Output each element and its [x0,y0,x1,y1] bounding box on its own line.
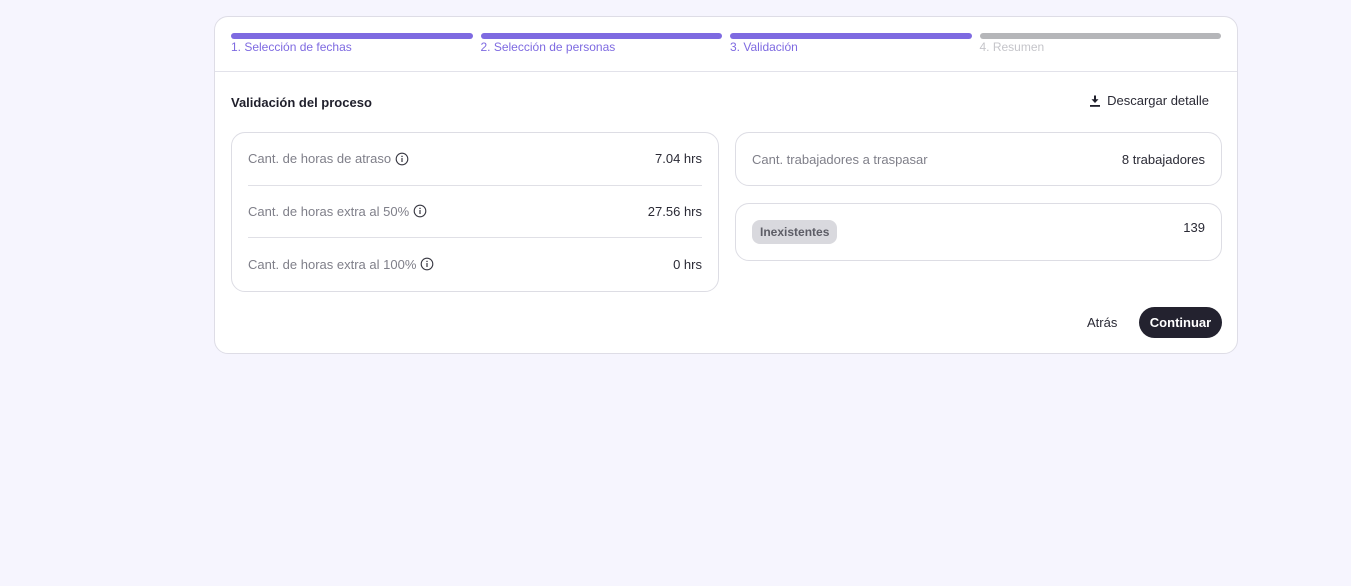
nonexistent-badge: Inexistentes [752,220,838,244]
info-icon[interactable] [395,152,409,166]
step-progress-bar [231,33,473,39]
metric-label-text: Cant. de horas extra al 50% [248,203,410,219]
download-icon [1090,95,1101,107]
step-validation: 3. Validación [730,33,972,54]
back-button[interactable]: Atrás [1077,307,1127,337]
step-label: 4. Resumen [979,40,1045,54]
step-label: 1. Selección de fechas [231,40,352,54]
info-icon[interactable] [413,204,427,218]
metric-label: Cant. de horas extra al 50% [248,204,427,219]
step-people: 2. Selección de personas [480,33,722,54]
workers-label: Cant. trabajadores a traspasar [752,151,928,167]
metric-label: Cant. de horas extra al 100% [248,257,434,272]
header-divider [215,71,1237,72]
step-progress-bar [730,33,972,39]
hours-panel: Cant. de horas de atraso 7.04 hrs Cant. … [231,132,719,292]
metric-label: Cant. de horas de atraso [248,151,409,166]
step-label: 2. Selección de personas [480,40,616,54]
metric-label-text: Cant. de horas de atraso [248,151,392,167]
info-icon[interactable] [420,257,434,271]
step-dates: 1. Selección de fechas [231,33,473,54]
metric-row-extra-50: Cant. de horas extra al 50% 27.56 hrs [248,186,702,238]
metric-row-delay-hours: Cant. de horas de atraso 7.04 hrs [248,133,702,186]
nonexistent-panel: Inexistentes 139 [735,203,1222,261]
stepper: 1. Selección de fechas 2. Selección de p… [231,33,1221,54]
validation-card: 1. Selección de fechas 2. Selección de p… [214,16,1238,354]
workers-panel: Cant. trabajadores a traspasar 8 trabaja… [735,132,1222,186]
metric-value: 0 hrs [673,256,702,272]
metric-label-text: Cant. de horas extra al 100% [248,256,417,272]
workers-value: 8 trabajadores [1121,151,1205,167]
step-summary: 4. Resumen [979,33,1221,54]
download-detail-label: Descargar detalle [1107,93,1209,108]
metric-value: 27.56 hrs [647,203,702,219]
download-detail-button[interactable]: Descargar detalle [1089,93,1209,108]
section-title: Validación del proceso [231,95,372,110]
step-label: 3. Validación [730,40,798,54]
continue-button[interactable]: Continuar [1139,307,1222,338]
metric-value: 7.04 hrs [655,151,702,167]
nonexistent-count: 139 [1183,220,1205,235]
step-progress-bar [480,33,722,39]
step-progress-bar [979,33,1221,39]
metric-row-extra-100: Cant. de horas extra al 100% 0 hrs [248,238,702,291]
